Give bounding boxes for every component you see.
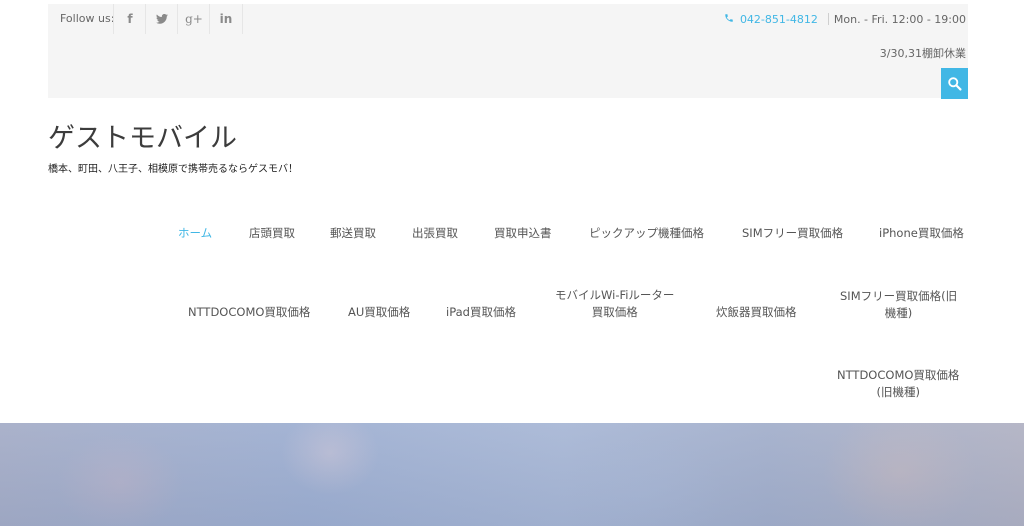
nav-item-simfree-old-prices[interactable]: SIMフリー買取価格(旧 機種) bbox=[840, 288, 957, 321]
nav-item-ipad-prices[interactable]: iPad買取価格 bbox=[446, 304, 516, 321]
nav-item-pickup-prices[interactable]: ピックアップ機種価格 bbox=[589, 225, 704, 242]
nav-item-mail-buyback[interactable]: 郵送買取 bbox=[330, 225, 376, 242]
linkedin-link[interactable]: in bbox=[209, 4, 243, 34]
nav-item-home[interactable]: ホーム bbox=[178, 225, 212, 242]
site-title[interactable]: ゲストモバイル bbox=[48, 124, 237, 154]
facebook-icon: f bbox=[127, 12, 133, 26]
search-icon bbox=[948, 77, 962, 91]
search-button[interactable] bbox=[941, 68, 968, 99]
facebook-link[interactable]: f bbox=[113, 4, 146, 34]
nav-item-docomo-old-prices[interactable]: NTTDOCOMO買取価格 (旧機種) bbox=[837, 367, 959, 400]
google-plus-link[interactable]: g+ bbox=[177, 4, 210, 34]
top-bar: Follow us: f g+ in 042-851-4812 Mon. - F… bbox=[48, 4, 968, 99]
phone-icon bbox=[724, 13, 734, 26]
business-hours: Mon. - Fri. 12:00 - 19:00 bbox=[833, 12, 966, 26]
phone-number[interactable]: 042-851-4812 bbox=[740, 13, 818, 26]
nav-item-wifi-router-prices[interactable]: モバイルWi-Fiルーター 買取価格 bbox=[555, 287, 674, 320]
hero-overlay bbox=[0, 423, 1024, 526]
closure-notice: 3/30,31棚卸休業 bbox=[879, 47, 966, 60]
google-plus-icon: g+ bbox=[185, 12, 203, 26]
nav-item-application-form[interactable]: 買取申込書 bbox=[494, 225, 552, 242]
twitter-icon bbox=[156, 14, 168, 24]
nav-item-simfree-prices[interactable]: SIMフリー買取価格 bbox=[742, 225, 843, 242]
site-tagline: 橋本、町田、八王子、相模原で携帯売るならゲスモバ！ bbox=[48, 164, 298, 175]
follow-us-label: Follow us: bbox=[60, 12, 115, 25]
nav-item-iphone-prices[interactable]: iPhone買取価格 bbox=[879, 225, 964, 242]
nav-item-store-buyback[interactable]: 店頭買取 bbox=[249, 225, 295, 242]
hero-banner bbox=[0, 423, 1024, 526]
nav-item-docomo-prices[interactable]: NTTDOCOMO買取価格 bbox=[188, 304, 310, 321]
nav-item-visit-buyback[interactable]: 出張買取 bbox=[412, 225, 458, 242]
twitter-link[interactable] bbox=[145, 4, 178, 34]
contact-info: 042-851-4812 Mon. - Fri. 12:00 - 19:00 bbox=[724, 12, 968, 26]
divider bbox=[827, 13, 829, 25]
nav-item-rice-cooker-prices[interactable]: 炊飯器買取価格 bbox=[716, 304, 797, 321]
linkedin-icon: in bbox=[219, 12, 233, 26]
nav-item-au-prices[interactable]: AU買取価格 bbox=[348, 304, 410, 321]
